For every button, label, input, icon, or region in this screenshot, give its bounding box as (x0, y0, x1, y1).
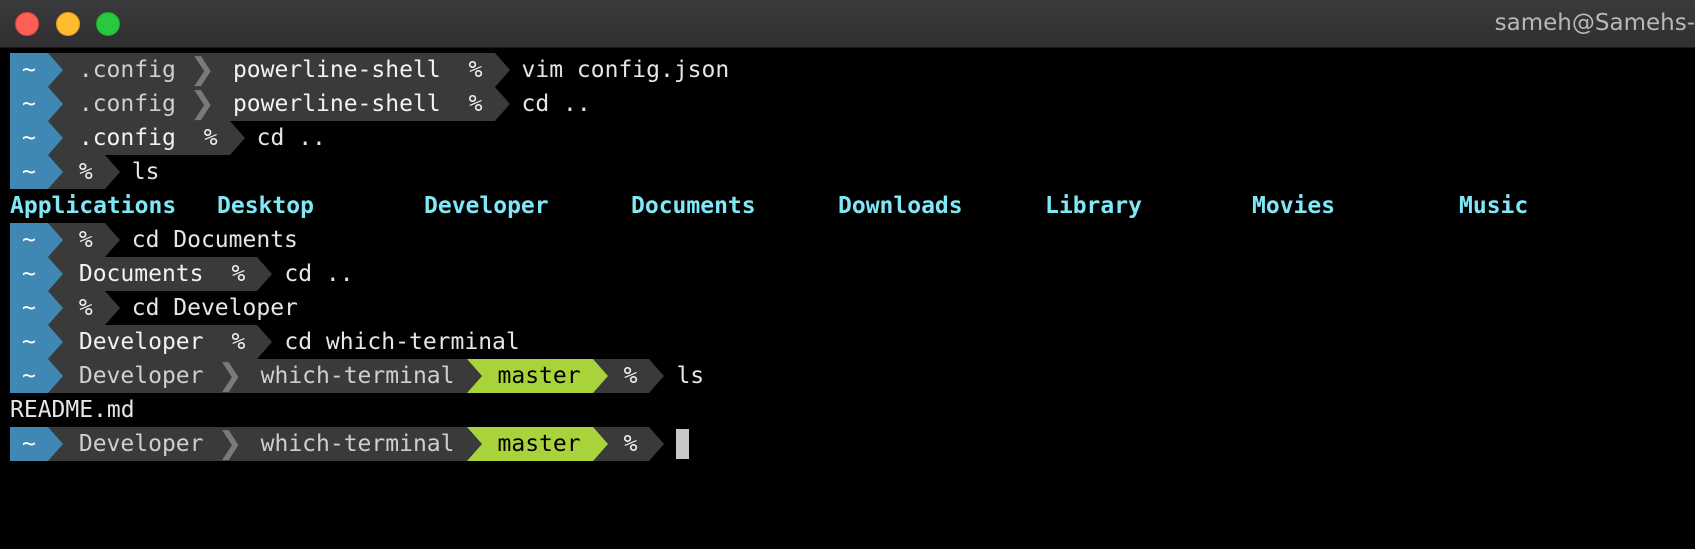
prompt-separator (257, 257, 273, 291)
typed-command: cd Developer (131, 295, 298, 321)
prompt-path-segment: powerline-shell (216, 53, 453, 87)
prompt-line: ~ .config ❯ powerline-shell% cd .. (10, 87, 1695, 121)
prompt-separator (649, 359, 665, 393)
prompt-separator (494, 87, 510, 121)
prompt-separator (649, 427, 665, 461)
path-separator-icon: ❯ (187, 86, 217, 121)
prompt-line: ~ .config ❯ powerline-shell% vim config.json (10, 53, 1695, 87)
close-window-button[interactable] (15, 12, 39, 36)
prompt-path-segment: Developer (62, 325, 216, 359)
prompt-permission-segment: % (187, 121, 230, 155)
prompt-separator (47, 257, 63, 291)
prompt-permission-segment: % (215, 325, 258, 359)
directory-entry: Music (1459, 193, 1529, 219)
prompt-permission-segment: % (62, 291, 105, 325)
directory-entry: Movies (1252, 193, 1336, 219)
typed-command: cd which-terminal (284, 329, 520, 355)
prompt-line: ~% cd Developer (10, 291, 1695, 325)
prompt-git-branch-segment: master (481, 427, 593, 461)
prompt-permission-segment: % (452, 87, 495, 121)
ls-output-row: Applications Desktop Developer Documents Dow… (10, 189, 1695, 223)
terminal-window: sameh@Samehs- ~ .config ❯ powerline-shell% v… (0, 0, 1695, 549)
prompt-separator (592, 359, 608, 393)
prompt-permission-segment: % (452, 53, 495, 87)
prompt-home-segment: ~ (10, 359, 48, 393)
prompt-permission-segment: % (607, 427, 650, 461)
prompt-permission-segment: % (62, 155, 105, 189)
prompt-separator (494, 53, 510, 87)
directory-entry: Documents (631, 193, 756, 219)
path-separator-icon: ❯ (215, 426, 245, 461)
terminal-output[interactable]: ~ .config ❯ powerline-shell% vim config.json… (10, 53, 1695, 461)
typed-command: ls (131, 159, 160, 185)
prompt-path-segment: powerline-shell (216, 87, 453, 121)
typed-command: cd .. (256, 125, 326, 151)
prompt-permission-segment: % (607, 359, 650, 393)
typed-command: cd .. (521, 91, 591, 117)
output-text: README.md (10, 397, 135, 423)
path-separator-icon: ❯ (187, 52, 217, 87)
prompt-home-segment: ~ (10, 155, 48, 189)
directory-entry: Applications (10, 193, 177, 219)
prompt-path-segment: .config (62, 87, 188, 121)
prompt-permission-segment: % (62, 223, 105, 257)
prompt-home-segment: ~ (10, 427, 48, 461)
prompt-separator (104, 291, 120, 325)
prompt-permission-segment: % (215, 257, 258, 291)
minimize-window-button[interactable] (56, 12, 80, 36)
directory-entry: Library (1045, 193, 1142, 219)
prompt-home-segment: ~ (10, 87, 48, 121)
prompt-separator (257, 325, 273, 359)
prompt-home-segment: ~ (10, 223, 48, 257)
typed-command: ls (676, 363, 705, 389)
path-separator-icon: ❯ (215, 358, 245, 393)
prompt-line: ~% cd Documents (10, 223, 1695, 257)
directory-entry: Desktop (217, 193, 314, 219)
directory-entry: Developer (424, 193, 549, 219)
prompt-home-segment: ~ (10, 53, 48, 87)
title-bar[interactable]: sameh@Samehs- (0, 0, 1695, 48)
prompt-line: ~ Developer ❯ which-terminal master% (10, 427, 1695, 461)
prompt-separator (47, 121, 63, 155)
prompt-separator (592, 427, 608, 461)
prompt-separator (47, 325, 63, 359)
prompt-separator (466, 427, 482, 461)
typed-command: cd Documents (131, 227, 298, 253)
prompt-line: ~% ls (10, 155, 1695, 189)
prompt-line: ~ .config% cd .. (10, 121, 1695, 155)
text-cursor[interactable] (676, 429, 690, 459)
prompt-home-segment: ~ (10, 257, 48, 291)
prompt-separator (47, 155, 63, 189)
prompt-line: ~ Developer% cd which-terminal (10, 325, 1695, 359)
prompt-separator (47, 223, 63, 257)
prompt-path-segment: which-terminal (244, 427, 467, 461)
prompt-separator (466, 359, 482, 393)
prompt-separator (104, 223, 120, 257)
prompt-separator (229, 121, 245, 155)
prompt-separator (104, 155, 120, 189)
prompt-path-segment: Developer (62, 359, 216, 393)
prompt-path-segment: Developer (62, 427, 216, 461)
prompt-path-segment: .config (62, 53, 188, 87)
prompt-separator (47, 427, 63, 461)
prompt-home-segment: ~ (10, 291, 48, 325)
prompt-path-segment: which-terminal (244, 359, 467, 393)
prompt-home-segment: ~ (10, 121, 48, 155)
prompt-line: ~ Developer ❯ which-terminal master% ls (10, 359, 1695, 393)
typed-command: cd .. (284, 261, 354, 287)
prompt-path-segment: .config (62, 121, 188, 155)
prompt-line: ~ Documents% cd .. (10, 257, 1695, 291)
prompt-path-segment: Documents (62, 257, 216, 291)
command-output-line: README.md (10, 393, 1695, 427)
prompt-separator (47, 53, 63, 87)
zoom-window-button[interactable] (96, 12, 120, 36)
prompt-separator (47, 87, 63, 121)
prompt-git-branch-segment: master (481, 359, 593, 393)
prompt-separator (47, 359, 63, 393)
prompt-home-segment: ~ (10, 325, 48, 359)
typed-command: vim config.json (521, 57, 730, 83)
prompt-separator (47, 291, 63, 325)
directory-entry: Downloads (838, 193, 963, 219)
window-title: sameh@Samehs- (1494, 10, 1695, 36)
